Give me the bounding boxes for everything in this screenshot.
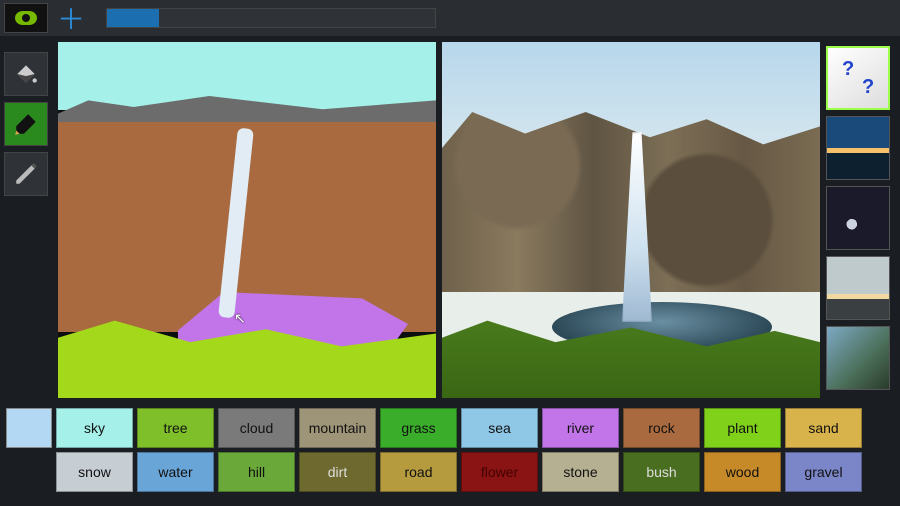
brush-icon — [13, 111, 39, 137]
style-thumbnails — [826, 42, 896, 398]
segmentation-canvas[interactable]: ↖ — [58, 42, 436, 398]
top-bar: ＋ — [0, 0, 900, 36]
swatch-gravel[interactable]: gravel — [785, 452, 862, 492]
thumb-style-4[interactable] — [826, 326, 890, 390]
cursor-icon: ↖ — [234, 310, 246, 327]
thumb-style-1[interactable] — [826, 116, 890, 180]
main-row: ↖ — [0, 36, 900, 404]
swatch-cloud[interactable]: cloud — [218, 408, 295, 448]
seg-region-sky — [58, 42, 436, 110]
canvas-area: ↖ — [58, 42, 820, 398]
progress-bar[interactable] — [106, 8, 436, 28]
swatch-plant[interactable]: plant — [704, 408, 781, 448]
tool-column — [4, 42, 52, 398]
current-color-swatch[interactable] — [6, 408, 52, 448]
palette-row-2: snowwaterhilldirtroadflowerstonebushwood… — [6, 452, 896, 492]
swatch-sand[interactable]: sand — [785, 408, 862, 448]
swatch-sky[interactable]: sky — [56, 408, 133, 448]
swatch-mountain[interactable]: mountain — [299, 408, 376, 448]
add-button[interactable]: ＋ — [52, 3, 90, 33]
swatch-tree[interactable]: tree — [137, 408, 214, 448]
swatch-hill[interactable]: hill — [218, 452, 295, 492]
swatch-bush[interactable]: bush — [623, 452, 700, 492]
swatch-grass[interactable]: grass — [380, 408, 457, 448]
swatch-river[interactable]: river — [542, 408, 619, 448]
swatch-flower[interactable]: flower — [461, 452, 538, 492]
swatch-water[interactable]: water — [137, 452, 214, 492]
swatch-sea[interactable]: sea — [461, 408, 538, 448]
pencil-tool[interactable] — [4, 152, 48, 196]
nvidia-logo — [4, 3, 48, 33]
palette-row-1: skytreecloudmountaingrassseariverrockpla… — [6, 408, 896, 448]
progress-fill — [107, 9, 159, 27]
swatch-stone[interactable]: stone — [542, 452, 619, 492]
swatch-dirt[interactable]: dirt — [299, 452, 376, 492]
swatch-rock[interactable]: rock — [623, 408, 700, 448]
thumb-style-2[interactable] — [826, 186, 890, 250]
brush-tool[interactable] — [4, 102, 48, 146]
swatch-road[interactable]: road — [380, 452, 457, 492]
fill-tool[interactable] — [4, 52, 48, 96]
material-palette: skytreecloudmountaingrassseariverrockpla… — [0, 404, 900, 498]
pencil-icon — [13, 161, 39, 187]
thumb-style-3[interactable] — [826, 256, 890, 320]
swatch-snow[interactable]: snow — [56, 452, 133, 492]
bucket-icon — [13, 61, 39, 87]
nvidia-eye-icon — [15, 11, 37, 25]
swatch-wood[interactable]: wood — [704, 452, 781, 492]
thumb-random-dice[interactable] — [826, 46, 890, 110]
render-output — [442, 42, 820, 398]
